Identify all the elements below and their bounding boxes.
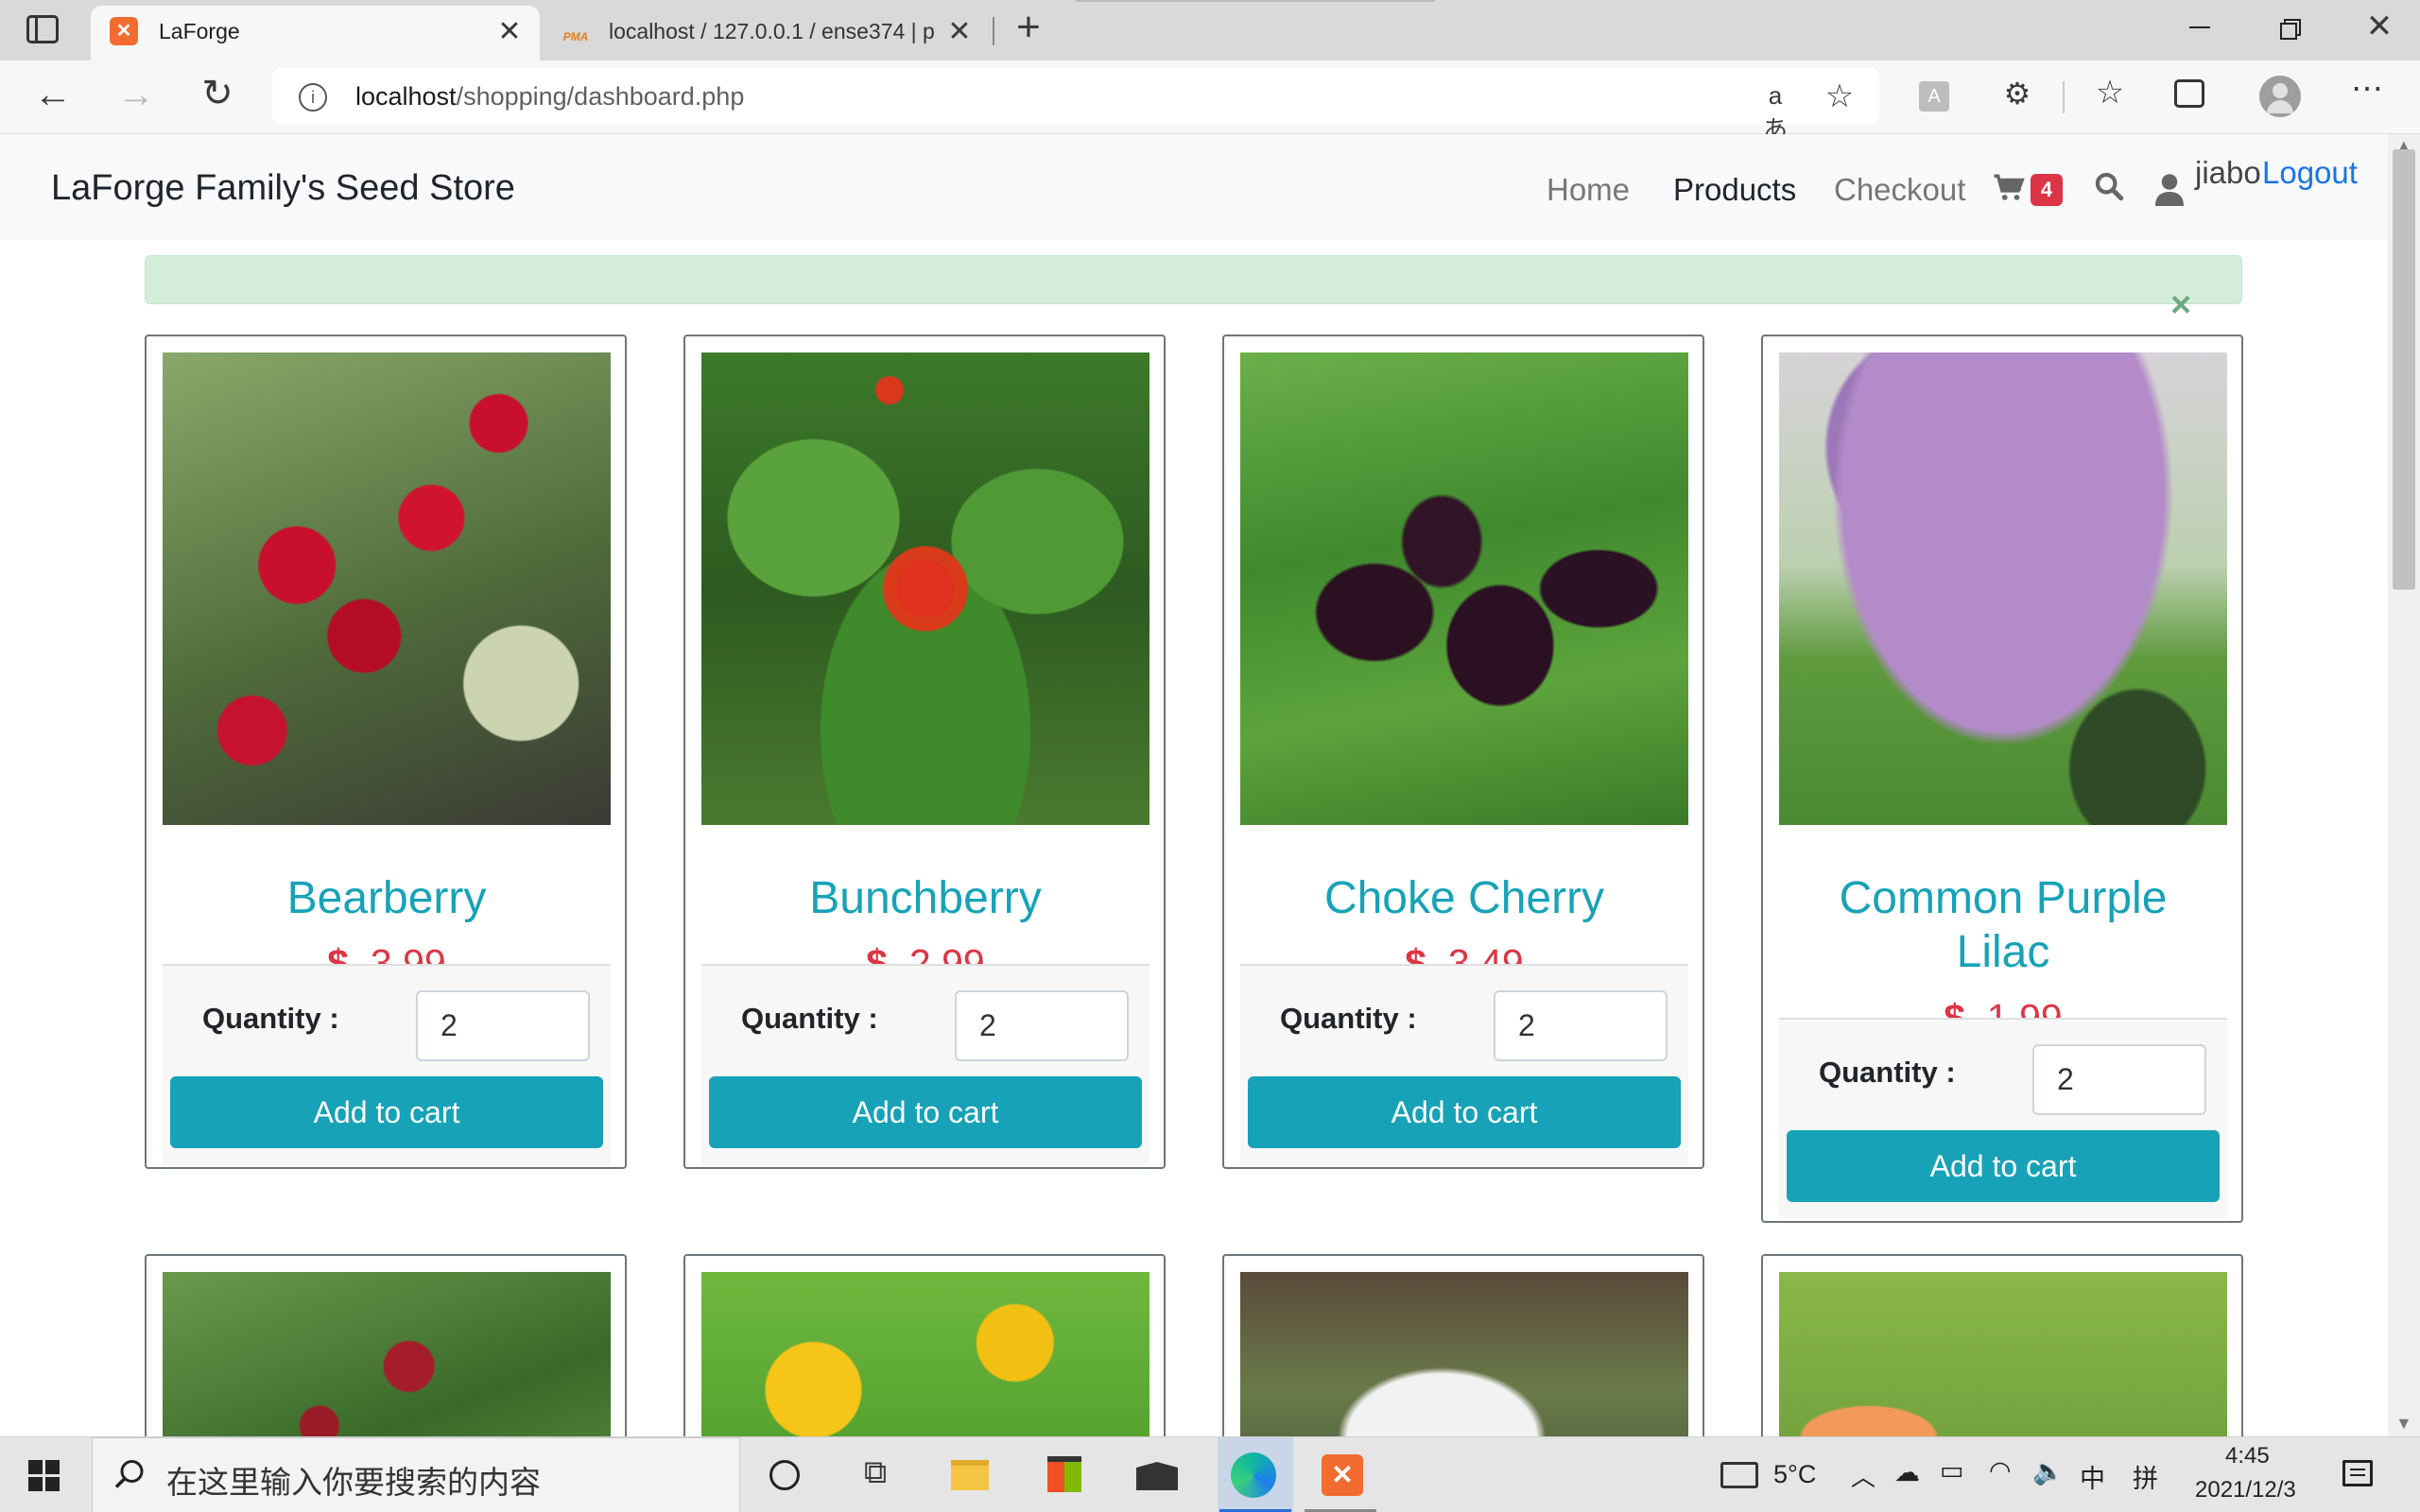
tray-expand-icon[interactable]: ︿	[1851, 1458, 1876, 1493]
add-to-cart-button[interactable]: Add to cart	[1787, 1130, 2220, 1202]
card-footer: Quantity : Add to cart	[1240, 964, 1688, 1166]
restore-icon[interactable]	[2280, 19, 2301, 40]
quantity-input[interactable]	[1494, 990, 1668, 1061]
toolbar-divider	[2063, 81, 2065, 113]
volume-icon[interactable]: 🔈	[2032, 1456, 2065, 1486]
product-card: Common PurpleLilac $ 1.99 Quantity : Add…	[1761, 335, 2243, 1223]
search-icon[interactable]	[2093, 170, 2125, 202]
wifi-icon[interactable]: ◠	[1989, 1456, 2012, 1486]
clock-date[interactable]: 2021/12/3	[2195, 1477, 2296, 1503]
product-name[interactable]: Bunchberry	[685, 871, 1164, 925]
favorites-icon[interactable]: ☆	[2091, 74, 2129, 112]
tab-title: LaForge	[159, 19, 240, 43]
product-name[interactable]: Common Purple Lilac	[1763, 871, 2241, 979]
back-icon[interactable]: ←	[32, 74, 74, 116]
more-icon[interactable]: ⋯	[2348, 70, 2386, 108]
alert-close-icon[interactable]: ×	[2170, 285, 2191, 326]
choke-cherry-image	[1240, 352, 1688, 825]
add-to-cart-button[interactable]: Add to cart	[709, 1076, 1142, 1148]
close-tab-icon[interactable]: ✕	[945, 15, 974, 48]
task-view-icon[interactable]: ⧉	[856, 1454, 894, 1491]
info-icon[interactable]: i	[299, 83, 327, 112]
search-icon	[113, 1457, 147, 1491]
onedrive-icon[interactable]: ☁	[1894, 1458, 1920, 1487]
nav-products[interactable]: Products	[1673, 172, 1796, 208]
weather-icon[interactable]	[1720, 1462, 1758, 1488]
quantity-input[interactable]	[416, 990, 590, 1061]
quantity-label: Quantity :	[1280, 1002, 1417, 1035]
quantity-input[interactable]	[955, 990, 1129, 1061]
loading-indicator	[1076, 0, 1435, 2]
quantity-input[interactable]	[2032, 1044, 2206, 1115]
file-explorer-icon[interactable]	[951, 1460, 989, 1490]
quantity-label: Quantity :	[202, 1002, 339, 1035]
favorite-add-icon[interactable]: ☆	[1821, 77, 1858, 115]
cortana-icon[interactable]	[769, 1460, 800, 1490]
puzzle-icon[interactable]: ⚙	[1998, 76, 2036, 112]
notification-icon[interactable]	[2342, 1460, 2373, 1486]
logout-link[interactable]: Logout	[2262, 155, 2358, 191]
card-footer: Quantity : Add to cart	[701, 964, 1150, 1166]
bearberry-image	[163, 352, 611, 825]
browser-tab-bar: ✕ LaForge ✕ PMA localhost / 127.0.0.1 / …	[0, 0, 2420, 60]
new-tab-icon[interactable]: +	[1008, 4, 1049, 51]
ime-pinyin[interactable]: 拼	[2133, 1458, 2158, 1495]
scrollbar-thumb[interactable]	[2393, 149, 2415, 590]
product-name[interactable]: Bearberry	[147, 871, 625, 925]
card-footer: Quantity : Add to cart	[163, 964, 611, 1166]
windows-start-icon[interactable]	[28, 1460, 60, 1492]
clock-time[interactable]: 4:45	[2225, 1443, 2270, 1469]
close-tab-icon[interactable]: ✕	[495, 15, 524, 48]
product-card: Bunchberry $ 2.99 Quantity : Add to cart	[683, 335, 1166, 1169]
quantity-label: Quantity :	[741, 1002, 878, 1035]
success-alert	[145, 255, 2242, 304]
username-label: jiabo	[2195, 155, 2261, 190]
browser-toolbar: ← → ↻ i localhost/shopping/dashboard.php…	[0, 60, 2420, 144]
phpmyadmin-favicon-icon: PMA	[562, 30, 589, 43]
battery-icon[interactable]: ▭	[1940, 1456, 1964, 1486]
windows-taskbar: 在这里输入你要搜索的内容 ⧉ ✕ 5°C ︿ ☁ ▭ ◠ 🔈 中 拼 4:45 …	[0, 1436, 2420, 1512]
mail-icon[interactable]	[1136, 1462, 1178, 1490]
xampp-favicon-icon: ✕	[110, 17, 138, 45]
site-navbar: LaForge Family's Seed Store Home Product…	[0, 134, 2388, 240]
product-card: Choke Cherry $ 3.49 Quantity : Add to ca…	[1222, 335, 1704, 1169]
tab-title: localhost / 127.0.0.1 / ense374 | p	[609, 19, 935, 43]
product-card: Bearberry $ 3.99 Quantity : Add to cart	[145, 335, 627, 1169]
forward-icon[interactable]: →	[115, 74, 157, 116]
cart-icon[interactable]	[1993, 172, 2025, 204]
quantity-label: Quantity :	[1819, 1056, 1956, 1089]
card-footer: Quantity : Add to cart	[1779, 1018, 2227, 1218]
add-to-cart-button[interactable]: Add to cart	[170, 1076, 603, 1148]
tab-laforge[interactable]: ✕ LaForge ✕	[91, 6, 540, 60]
collections-icon[interactable]	[2174, 79, 2204, 108]
cart-count-badge: 4	[2031, 174, 2063, 206]
user-icon	[2155, 172, 2184, 206]
search-placeholder: 在这里输入你要搜索的内容	[166, 1465, 541, 1500]
xampp-icon[interactable]: ✕	[1322, 1454, 1363, 1496]
bunchberry-image	[701, 352, 1150, 825]
common-purple-lilac-image	[1779, 352, 2227, 825]
temperature[interactable]: 5°C	[1773, 1460, 1816, 1489]
taskbar-search-box[interactable]: 在这里输入你要搜索的内容	[92, 1437, 740, 1512]
scroll-down-icon[interactable]: ▼	[2395, 1414, 2412, 1434]
extension-icon[interactable]: A	[1919, 81, 1949, 112]
store-icon[interactable]	[1047, 1456, 1081, 1492]
ime-mode[interactable]: 中	[2080, 1458, 2105, 1495]
nav-checkout[interactable]: Checkout	[1834, 172, 1965, 208]
refresh-icon[interactable]: ↻	[197, 72, 238, 115]
profile-icon[interactable]	[2259, 76, 2301, 117]
close-window-icon[interactable]: ✕	[2363, 8, 2395, 45]
address-bar[interactable]: i localhost/shopping/dashboard.php aあ ☆	[272, 68, 1879, 144]
edge-icon[interactable]	[1231, 1452, 1276, 1498]
sidebar-icon[interactable]	[26, 15, 59, 43]
tab-phpmyadmin[interactable]: PMA localhost / 127.0.0.1 / ense374 | p …	[548, 6, 988, 55]
nav-home[interactable]: Home	[1547, 172, 1630, 208]
minimize-icon[interactable]	[2189, 26, 2210, 28]
product-name[interactable]: Choke Cherry	[1224, 871, 1703, 925]
add-to-cart-button[interactable]: Add to cart	[1248, 1076, 1681, 1148]
site-brand[interactable]: LaForge Family's Seed Store	[51, 168, 515, 209]
tab-divider	[993, 17, 994, 45]
url-text[interactable]: localhost/shopping/dashboard.php	[355, 82, 744, 112]
